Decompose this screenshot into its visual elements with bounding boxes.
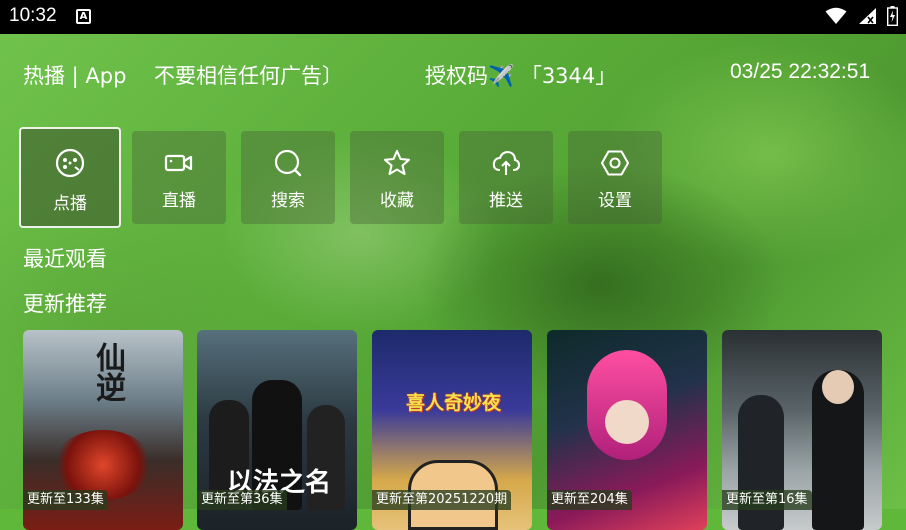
clock-datetime: 03/25 22:32:51 [730,60,871,83]
menu-label-live: 直播 [162,191,196,211]
battery-icon [887,6,898,26]
video-camera-icon [164,154,193,172]
top-header: 热播 | App 不要相信任何广告〕 授权码✈️ 「3344」 03/25 22… [0,60,906,88]
menu-label-vod: 点播 [53,194,87,214]
update-badge: 更新至第36集 [197,490,287,510]
poster-title: 仙逆 [90,342,125,402]
menu-label-favorites: 收藏 [380,191,414,211]
poster-card[interactable]: 仙逆 更新至133集 [23,330,183,530]
menu-item-live[interactable]: 直播 [132,131,226,224]
film-reel-icon [55,148,85,178]
search-icon [274,149,302,177]
menu-label-push: 推送 [489,191,523,211]
menu-label-search: 搜索 [271,191,305,211]
update-badge: 更新至133集 [23,490,108,510]
signal-icon [859,8,876,24]
poster-card[interactable]: 更新至第16集 [722,330,882,530]
update-badge: 更新至第16集 [722,490,812,510]
status-time: 10:32 [9,5,57,26]
ad-warning-text: 不要相信任何广告〕 [154,64,343,88]
menu-item-settings[interactable]: 设置 [568,131,662,224]
poster-card[interactable]: 以法之名 更新至第36集 [197,330,357,530]
section-updates-title: 更新推荐 [23,292,107,316]
poster-title: 喜人奇妙夜 [406,392,502,414]
section-recent-title: 最近观看 [23,247,107,271]
menu-item-favorites[interactable]: 收藏 [350,131,444,224]
update-badge: 更新至第20251220期 [372,490,512,510]
update-badge: 更新至204集 [547,490,632,510]
menu-label-settings: 设置 [598,191,632,211]
menu-item-vod[interactable]: 点播 [19,127,121,228]
auth-code: 授权码✈️ 「3344」 [425,64,617,88]
poster-card[interactable]: 喜人奇妙夜 更新至第20251220期 [372,330,532,530]
settings-hexagon-icon [600,150,630,176]
menu-item-push[interactable]: 推送 [459,131,553,224]
menu-item-search[interactable]: 搜索 [241,131,335,224]
star-icon [383,149,411,176]
app-title: 热播 | App [23,64,127,88]
status-bar: 10:32 A [0,0,906,34]
poster-card[interactable]: 更新至204集 [547,330,707,530]
notification-icon: A [76,9,91,24]
wifi-icon [825,7,847,24]
cloud-upload-icon [492,150,521,175]
